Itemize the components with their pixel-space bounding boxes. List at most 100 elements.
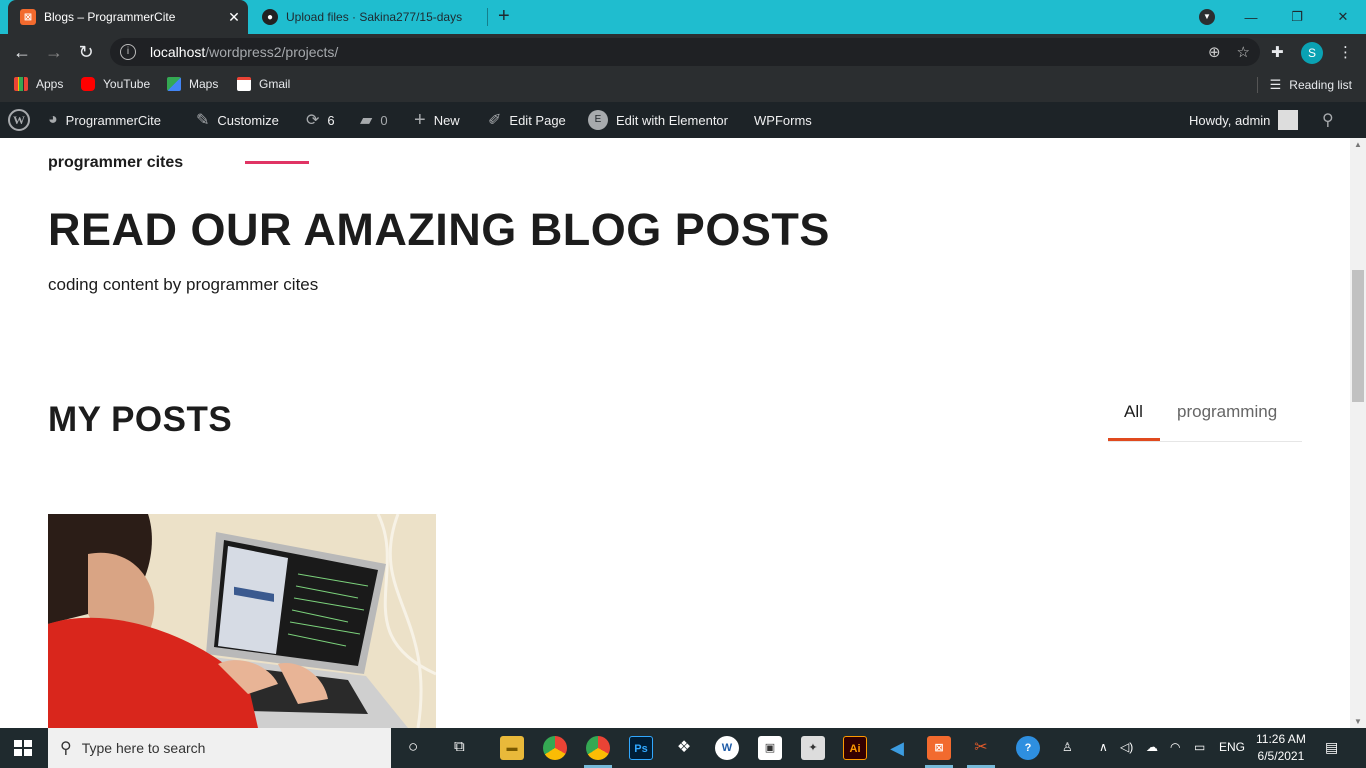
hero-title: READ OUR AMAZING BLOG POSTS <box>48 204 830 255</box>
wordpress-app-icon[interactable]: W <box>715 736 739 760</box>
bookmark-apps[interactable]: Apps <box>14 77 63 91</box>
wp-new[interactable]: + New <box>414 102 460 138</box>
wp-comments[interactable]: ▰ 0 <box>360 102 388 138</box>
restore-icon[interactable]: ❐ <box>1274 9 1320 25</box>
back-icon[interactable]: ← <box>12 42 32 63</box>
wp-updates[interactable]: ⟳ 6 <box>306 102 335 138</box>
search-icon: ⚲ <box>60 740 72 757</box>
bookmark-youtube[interactable]: YouTube <box>81 77 150 91</box>
wp-logo-menu[interactable]: W <box>8 102 30 138</box>
page-scrollbar[interactable]: ▲ ▼ <box>1350 138 1366 728</box>
minimize-icon[interactable]: — <box>1228 10 1274 25</box>
bookmarks-bar: Apps YouTube Maps Gmail ☰ Reading list <box>0 70 1366 102</box>
menu-icon[interactable]: ⋮ <box>1338 43 1353 61</box>
youtube-icon <box>81 77 95 91</box>
onedrive-icon[interactable]: ☁ <box>1146 740 1158 754</box>
comment-icon: ▰ <box>360 112 373 129</box>
browser-tab-strip: ⊠ Blogs – ProgrammerCite ✕ ● Upload file… <box>0 0 1366 34</box>
taskbar-search[interactable]: ⚲ Type here to search <box>48 728 391 768</box>
filter-all[interactable]: All <box>1124 402 1143 422</box>
chevron-up-icon[interactable]: ∧ <box>1099 740 1108 754</box>
store-icon[interactable]: ▣ <box>758 736 782 760</box>
clock-time: 11:26 AM <box>1256 732 1306 746</box>
forward-icon[interactable]: → <box>44 42 64 63</box>
snip-tool-icon[interactable]: ✂ <box>969 736 993 760</box>
wp-edit-page[interactable]: ✐ Edit Page <box>488 102 566 138</box>
vscode-icon[interactable]: ◀ <box>885 736 909 760</box>
laptop-photo <box>48 514 436 728</box>
notifications-icon[interactable]: ▤ <box>1325 739 1338 756</box>
wp-my-account[interactable]: Howdy, admin <box>1189 102 1299 138</box>
language-indicator[interactable]: ENG <box>1219 740 1245 754</box>
clock-date: 6/5/2021 <box>1257 749 1305 763</box>
url-path: /wordpress2/projects/ <box>205 44 339 60</box>
bookmark-gmail[interactable]: Gmail <box>237 77 290 91</box>
bookmark-label: YouTube <box>103 77 151 91</box>
gmail-icon <box>237 77 251 91</box>
people-icon[interactable]: ♙ <box>1062 740 1073 754</box>
browser-toolbar: ← → ↻ i localhost/wordpress2/projects/ ⊕… <box>0 34 1366 70</box>
updates-count: 6 <box>327 112 335 128</box>
wifi-icon[interactable]: ◠ <box>1170 740 1180 754</box>
battery-icon[interactable]: ▭ <box>1194 740 1205 754</box>
cortana-icon[interactable]: ○ <box>408 737 418 757</box>
wp-edit-elementor[interactable]: E Edit with Elementor <box>588 102 728 138</box>
reading-list-label: Reading list <box>1289 78 1352 92</box>
wp-site-name[interactable]: ◕ ProgrammerCite <box>48 102 161 138</box>
scroll-up-icon[interactable]: ▲ <box>1354 140 1362 149</box>
system-clock[interactable]: 11:26 AM 6/5/2021 <box>1256 731 1306 765</box>
chrome-icon[interactable] <box>543 736 567 760</box>
section-title: MY POSTS <box>48 400 233 439</box>
wp-wpforms[interactable]: WPForms <box>754 102 812 138</box>
github-icon: ● <box>262 9 278 25</box>
bookmark-maps[interactable]: Maps <box>167 77 218 91</box>
file-explorer-icon[interactable]: ▬ <box>500 736 524 760</box>
windows-start-icon[interactable] <box>14 740 32 756</box>
new-tab-button[interactable]: + <box>498 5 510 28</box>
comments-count: 0 <box>380 112 388 128</box>
photoshop-icon[interactable]: Ps <box>629 736 653 760</box>
bookmark-star-icon[interactable]: ☆ <box>1237 43 1250 61</box>
reading-list-button[interactable]: ☰ Reading list <box>1256 77 1352 93</box>
wordpress-icon: W <box>8 109 30 131</box>
tab-upload-files[interactable]: ● Upload files · Sakina277/15-days <box>250 0 486 34</box>
howdy-label: Howdy, admin <box>1189 112 1271 128</box>
dropbox-icon[interactable]: ❖ <box>672 736 696 760</box>
search-icon: ⚲ <box>1322 112 1334 129</box>
post-thumbnail[interactable] <box>48 514 436 728</box>
zoom-icon[interactable]: ⊕ <box>1208 43 1221 61</box>
paint-icon[interactable]: ✦ <box>801 736 825 760</box>
scrollbar-thumb[interactable] <box>1352 270 1364 402</box>
site-brand[interactable]: programmer cites <box>48 154 183 172</box>
profile-avatar[interactable]: S <box>1301 42 1323 64</box>
site-info-icon[interactable]: i <box>120 44 136 60</box>
chrome-profile-icon[interactable] <box>586 736 610 760</box>
scroll-down-icon[interactable]: ▼ <box>1354 717 1362 726</box>
hero-subtitle: coding content by programmer cites <box>48 275 319 294</box>
task-view-icon[interactable]: ⧉ <box>454 738 465 755</box>
customize-label: Customize <box>217 112 279 128</box>
maps-icon <box>167 77 181 91</box>
help-icon[interactable]: ? <box>1016 736 1040 760</box>
illustrator-icon[interactable]: Ai <box>843 736 867 760</box>
filter-programming[interactable]: programming <box>1177 402 1277 422</box>
tab-blogs[interactable]: ⊠ Blogs – ProgrammerCite ✕ <box>8 0 248 34</box>
wp-search[interactable]: ⚲ <box>1322 102 1342 138</box>
brush-icon: ✎ <box>196 112 210 129</box>
close-window-icon[interactable]: ✕ <box>1320 9 1366 25</box>
extensions-icon[interactable]: ✚ <box>1271 43 1284 61</box>
windows-taskbar: ⚲ Type here to search ○ ⧉ ▬ Ps ❖ W ▣ ✦ A… <box>0 728 1366 768</box>
avatar <box>1278 110 1299 130</box>
wp-customize[interactable]: ✎ Customize <box>196 102 279 138</box>
reload-icon[interactable]: ↻ <box>76 42 96 63</box>
tab-search-icon[interactable]: ▼ <box>1199 9 1215 25</box>
plus-icon: + <box>414 108 426 131</box>
bookmark-label: Maps <box>189 77 219 91</box>
volume-icon[interactable]: ◁) <box>1120 740 1133 754</box>
address-bar[interactable]: i localhost/wordpress2/projects/ ⊕ ☆ <box>110 38 1260 66</box>
page-content: programmer cites READ OUR AMAZING BLOG P… <box>0 138 1350 728</box>
close-tab-icon[interactable]: ✕ <box>224 9 244 26</box>
xampp-icon: ⊠ <box>20 9 36 25</box>
xampp-taskbar-icon[interactable]: ⊠ <box>927 736 951 760</box>
window-controls: — ❐ ✕ <box>1228 0 1366 34</box>
